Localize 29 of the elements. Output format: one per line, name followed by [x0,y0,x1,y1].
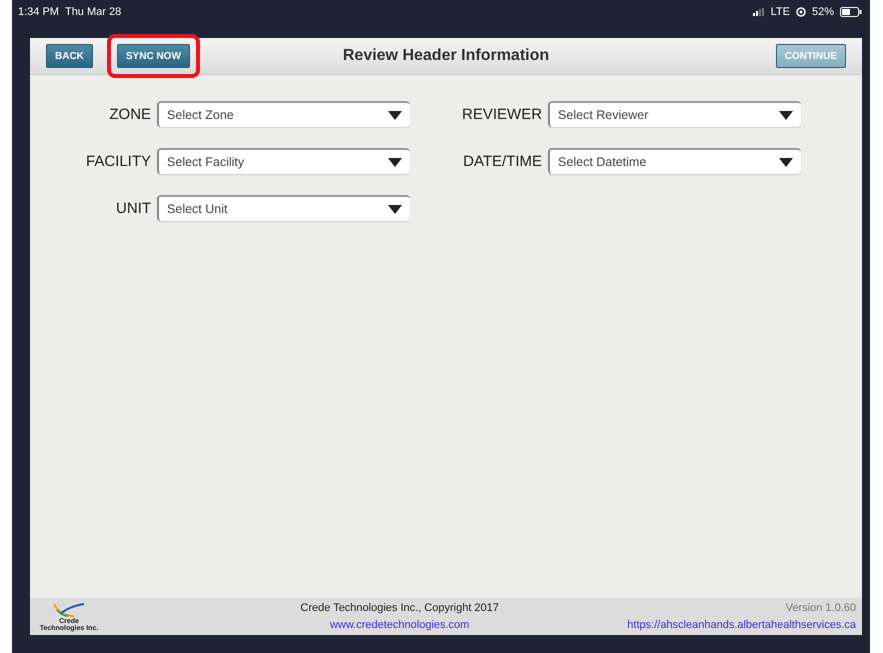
dropdown-caret-icon [388,110,402,120]
status-time: 1:34 PM [18,6,59,18]
dropdown-caret-icon [388,158,402,166]
website-link[interactable]: www.credetechnologies.com [330,619,470,631]
signal-icon [752,8,765,16]
battery-icon [840,7,862,17]
field-label: ZONE [109,106,152,122]
field-label: FACILITY [86,152,152,170]
battery-percent: 52% [812,6,834,18]
carrier-label: LTE [770,6,790,18]
field-label: DATE/TIME [463,152,542,170]
dropdown-field[interactable]: Select Unit [157,195,410,221]
dropdown-caret-icon [388,204,402,214]
dropdown-field[interactable]: Select Datetime [548,148,802,174]
status-date: Thu Mar 28 [64,6,122,18]
version-text: Version 1.0.60 [786,602,856,614]
dropdown-field[interactable]: Select Reviewer [548,101,802,127]
copyright-text: Crede Technologies Inc., Copyright 2017 [300,602,499,614]
field-label: UNIT [116,200,152,216]
page-title: Review Header Information [342,47,550,65]
dropdown-field[interactable]: Select Zone [157,101,410,127]
dropdown-field[interactable]: Select Facility [157,148,410,174]
toolbar-button[interactable]: BACK [46,44,93,68]
dropdown-caret-icon [779,158,794,166]
field-label: REVIEWER [462,106,542,122]
website-link[interactable]: https://ahscleanhands.albertahealthservices.ca [627,619,856,631]
location-icon [796,7,806,17]
dropdown-caret-icon [779,110,794,120]
toolbar-button[interactable]: SYNC NOW [116,44,190,68]
